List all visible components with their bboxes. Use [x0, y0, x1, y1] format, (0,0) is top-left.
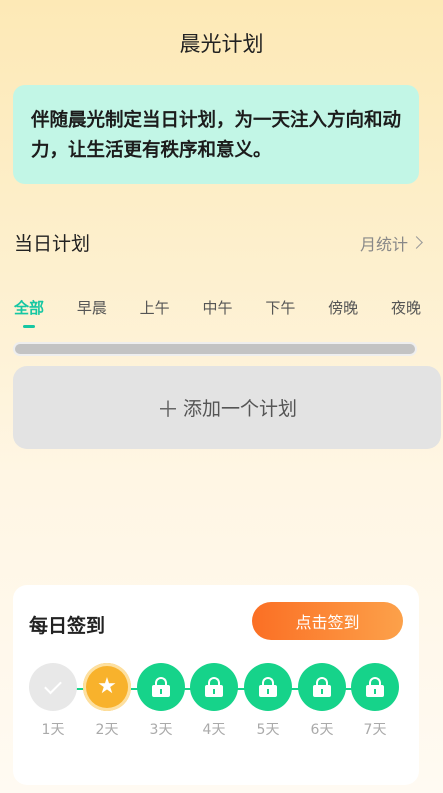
tab-forenoon[interactable]: 上午 [140, 297, 170, 318]
day-label: 7天 [363, 722, 387, 738]
day-label: 3天 [149, 722, 173, 738]
chevron-right-icon [410, 236, 423, 249]
plans-header: 当日计划 月统计 [14, 229, 423, 256]
day-5: 5天 [243, 663, 293, 739]
day-label: 6天 [310, 722, 334, 738]
day-4: 4天 [189, 663, 239, 739]
plus-icon: ＋ [156, 397, 179, 423]
tab-noon[interactable]: 中午 [202, 297, 232, 318]
checkin-button[interactable]: 点击签到 [252, 602, 403, 640]
lock-icon [259, 677, 277, 697]
tab-afternoon[interactable]: 下午 [265, 297, 295, 318]
lock-icon [152, 677, 170, 697]
day-label: 5天 [256, 722, 280, 738]
day-label: 1天 [41, 722, 65, 738]
tab-all[interactable]: 全部 [14, 297, 44, 318]
lock-icon [205, 677, 223, 697]
checkin-days: 1天 ★ 2天 3天 4天 5天 6天 7天 [28, 663, 404, 743]
star-icon: ★ [97, 674, 117, 699]
checkin-card: 每日签到 点击签到 1天 ★ 2天 3天 4天 5天 6天 7天 [13, 585, 419, 785]
day-7: 7天 [350, 663, 400, 739]
day-3-badge [137, 663, 185, 711]
tab-night[interactable]: 夜晚 [391, 297, 421, 318]
tabs-scrollbar[interactable] [13, 342, 417, 356]
month-stats-link[interactable]: 月统计 [359, 231, 423, 255]
section-title: 当日计划 [14, 233, 91, 255]
lock-icon [313, 677, 331, 697]
intro-banner: 伴随晨光制定当日计划，为一天注入方向和动力，让生活更有秩序和意义。 [13, 85, 419, 184]
day-6-badge [298, 663, 346, 711]
add-plan-button[interactable]: ＋ 添加一个计划 [13, 366, 441, 449]
day-6: 6天 [297, 663, 347, 739]
tab-dusk[interactable]: 傍晚 [328, 297, 358, 318]
day-4-badge [190, 663, 238, 711]
day-label: 4天 [202, 722, 226, 738]
checkin-title: 每日签到 [29, 615, 106, 637]
add-plan-label: 添加一个计划 [183, 398, 298, 420]
time-tabs: 全部 早晨 上午 中午 下午 傍晚 夜晚 [14, 297, 443, 318]
page-title: 晨光计划 [179, 32, 264, 56]
day-label: 2天 [95, 722, 119, 738]
day-2-badge[interactable]: ★ [83, 663, 131, 711]
day-3: 3天 [136, 663, 186, 739]
day-1-badge [29, 663, 77, 711]
day-1: 1天 [28, 663, 78, 739]
tab-morning[interactable]: 早晨 [77, 297, 107, 318]
scrollbar-thumb[interactable] [15, 344, 415, 354]
day-5-badge [244, 663, 292, 711]
day-2: ★ 2天 [82, 663, 132, 739]
day-7-badge [351, 663, 399, 711]
check-icon [44, 676, 62, 694]
month-stats-label: 月统计 [359, 234, 408, 254]
lock-icon [366, 677, 384, 697]
